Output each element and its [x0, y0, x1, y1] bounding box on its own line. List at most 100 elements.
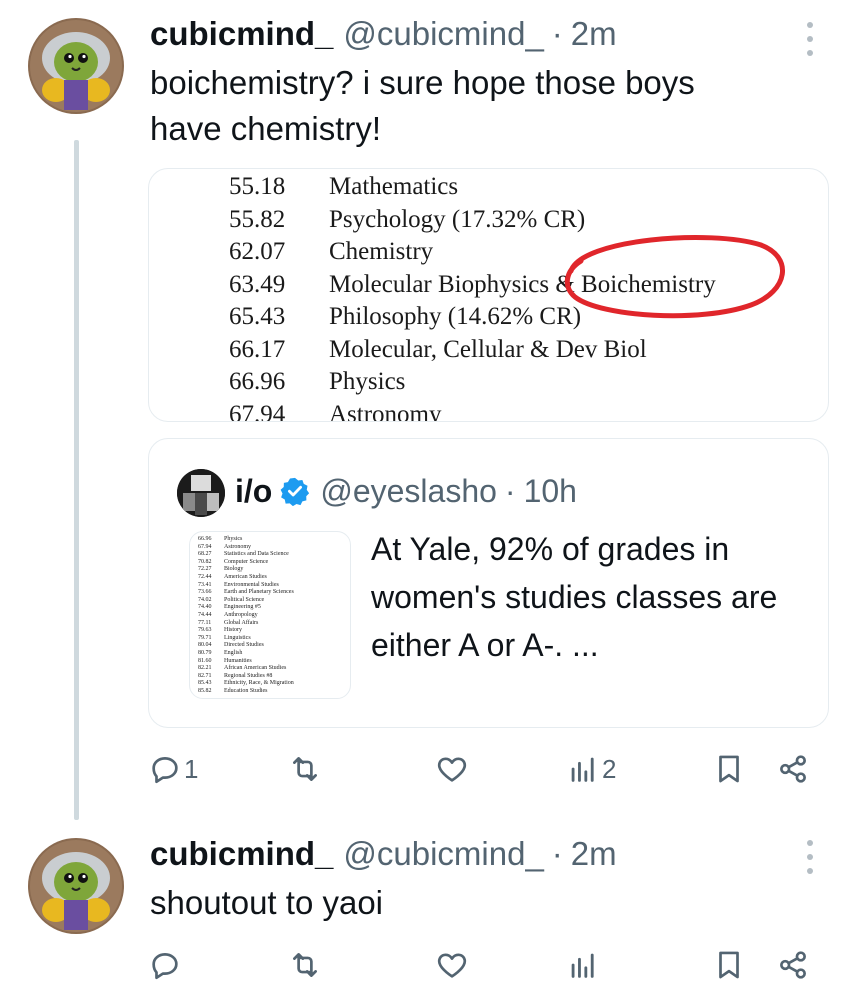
- thumbnail-score: 79.71: [198, 634, 212, 641]
- thumbnail-row: 74.02 Political Science: [198, 597, 264, 603]
- quoted-tweet-text: At Yale, 92% of grades in women's studie…: [371, 531, 778, 663]
- reply-button[interactable]: [148, 948, 184, 982]
- thumbnail-score: 67.94: [198, 543, 212, 550]
- thumbnail-row: 74.44 Anthropology: [198, 612, 258, 618]
- grade-score: 66.96: [229, 368, 286, 395]
- quoted-display-name[interactable]: i/o: [235, 469, 272, 513]
- thumbnail-row: 67.94 Astronomy: [198, 544, 251, 550]
- grade-score: 55.18: [229, 173, 286, 200]
- thumbnail-row: 72.44 American Studies: [198, 574, 267, 580]
- thumbnail-score: 80.04: [198, 642, 212, 649]
- thumbnail-score: 72.44: [198, 574, 212, 580]
- thumbnail-row: 80.79 English: [198, 650, 242, 656]
- thumbnail-major: Education Studies: [224, 688, 268, 694]
- user-handle[interactable]: @cubicmind_: [343, 14, 543, 54]
- quoted-user-handle[interactable]: @eyeslasho: [320, 469, 497, 513]
- thumbnail-score: 73.66: [198, 589, 212, 596]
- like-button[interactable]: [435, 752, 469, 786]
- thumbnail-major: Physics: [224, 536, 243, 542]
- grade-row: 67.94 Astronomy: [229, 400, 442, 422]
- thumbnail-row: 73.41 Environmental Studies: [198, 582, 279, 588]
- thumbnail-major: Astronomy: [224, 543, 251, 550]
- thumbnail-major: Global Affairs: [224, 619, 259, 626]
- separator-dot: ·: [551, 15, 563, 52]
- thumbnail-score: 85.82: [198, 688, 212, 694]
- views-count: 2: [602, 753, 617, 784]
- tweet-header: cubicmind_ @cubicmind_ · 2m: [150, 834, 617, 874]
- grade-major: Astronomy: [329, 400, 442, 422]
- thumbnail-major: English: [224, 650, 243, 656]
- like-button[interactable]: [435, 948, 469, 982]
- bookmark-button[interactable]: [712, 752, 746, 786]
- quoted-tweet-card[interactable]: i/o @eyeslasho · 10h 66.96 Physics 67.94 As…: [148, 438, 829, 728]
- grade-major: Physics: [329, 368, 406, 395]
- grade-major: Psychology (17.32% CR): [329, 205, 586, 233]
- thumbnail-score: 81.60: [198, 657, 212, 664]
- thumbnail-major: Humanities: [224, 657, 252, 664]
- display-name[interactable]: cubicmind_: [150, 14, 333, 54]
- views-button[interactable]: [566, 948, 602, 982]
- views-button[interactable]: 2: [566, 752, 616, 786]
- thumbnail-row: 85.82 Education Studies: [198, 688, 268, 694]
- tweet-media-image[interactable]: 55.18 Mathematics 55.82 Psychology (17.32% …: [148, 168, 829, 422]
- grade-score: 62.07: [229, 238, 286, 265]
- thumbnail-score: 79.63: [198, 627, 212, 634]
- thumbnail-score: 70.82: [198, 558, 212, 565]
- bookmark-button[interactable]: [712, 948, 746, 982]
- thumbnail-score: 72.27: [198, 566, 212, 573]
- grade-row: 62.07 Chemistry: [229, 238, 433, 266]
- separator-dot: ·: [504, 473, 516, 509]
- timestamp[interactable]: 2m: [571, 834, 617, 874]
- thumbnail-major: Engineering #5: [224, 604, 261, 611]
- quoted-tweet-header: i/o @eyeslasho · 10h: [235, 469, 577, 513]
- thumbnail-score: 85.43: [198, 680, 212, 687]
- grade-score: 55.82: [229, 205, 286, 233]
- grade-row: 66.17 Molecular, Cellular & Dev Biol: [229, 336, 647, 364]
- more-icon[interactable]: [800, 22, 820, 56]
- avatar[interactable]: [28, 838, 124, 934]
- avatar-image: [28, 838, 124, 934]
- quoted-media-thumbnail[interactable]: 66.96 Physics 67.94 Astronomy 68.27 Statistic…: [189, 531, 351, 699]
- user-handle[interactable]: @cubicmind_: [343, 834, 543, 874]
- thumbnail-score: 74.02: [198, 596, 212, 603]
- share-icon: [780, 951, 806, 979]
- tweet-action-bar: 1 2: [148, 752, 818, 792]
- thumbnail-major: Linguistics: [224, 634, 251, 641]
- thumbnail-score: 66.96: [198, 536, 212, 542]
- tweet-text-line: shoutout to yaoi: [150, 884, 383, 921]
- quoted-avatar[interactable]: [177, 469, 225, 517]
- grade-row: 55.18 Mathematics: [229, 173, 458, 201]
- retweet-button[interactable]: [288, 752, 322, 786]
- red-circle-annotation: [564, 235, 785, 319]
- tweet-text: shoutout to yaoi: [150, 880, 383, 926]
- quoted-timestamp[interactable]: 10h: [524, 469, 577, 513]
- share-button[interactable]: [776, 752, 810, 786]
- thumbnail-score: 68.27: [198, 551, 212, 558]
- tweet-text-line: have chemistry!: [150, 110, 382, 147]
- thumbnail-row: 74.40 Engineering #5: [198, 604, 261, 610]
- verified-badge-icon: [280, 477, 310, 506]
- separator-dot: ·: [551, 835, 563, 872]
- grade-row: 55.82 Psychology (17.32% CR): [229, 206, 585, 234]
- reply-icon: [152, 953, 178, 980]
- thumbnail-score: 74.40: [198, 604, 212, 611]
- retweet-icon: [293, 757, 317, 781]
- grade-score: 65.43: [229, 303, 286, 330]
- thumbnail-major: Ethnicity, Race, & Migration: [224, 680, 294, 687]
- share-icon: [780, 755, 806, 783]
- share-button[interactable]: [776, 948, 810, 982]
- reply-count: 1: [184, 753, 199, 784]
- display-name[interactable]: cubicmind_: [150, 834, 333, 874]
- grade-major: Molecular, Cellular & Dev Biol: [329, 335, 647, 363]
- thumbnail-major: American Studies: [224, 574, 267, 580]
- avatar[interactable]: [28, 18, 124, 114]
- reply-button[interactable]: 1: [148, 752, 198, 786]
- thumbnail-score: 80.79: [198, 650, 212, 656]
- more-icon[interactable]: [800, 840, 820, 874]
- retweet-button[interactable]: [288, 948, 322, 982]
- tweet-text-line: boichemistry? i sure hope those boys: [150, 64, 695, 101]
- timestamp[interactable]: 2m: [571, 14, 617, 54]
- thumbnail-row: 82.21 African American Studies: [198, 665, 286, 671]
- tweet-text: boichemistry? i sure hope those boys hav…: [150, 60, 695, 152]
- thumbnail-row: 70.82 Computer Science: [198, 559, 268, 565]
